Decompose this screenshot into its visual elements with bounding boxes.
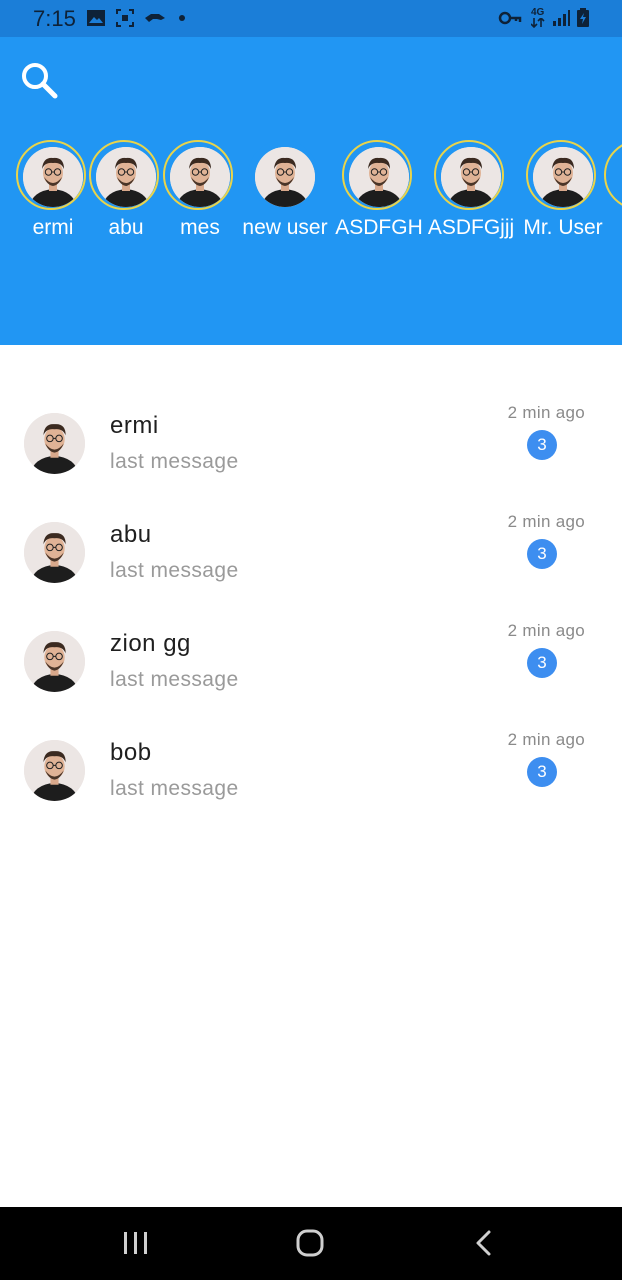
battery-icon <box>577 8 589 27</box>
network-type: 4G <box>531 7 545 18</box>
chat-list-item[interactable]: bob last message 2 min ago 3 <box>0 728 622 837</box>
story-avatar <box>23 147 83 207</box>
person-photo-icon <box>24 413 85 474</box>
home-button[interactable] <box>288 1223 332 1263</box>
search-icon <box>22 63 58 99</box>
chat-name: zion gg <box>110 630 191 657</box>
chat-last-message: last message <box>110 559 239 582</box>
stories-row[interactable]: ermi abu mes new user ASDFGH ASDFGjjj Mr. User <box>0 140 622 250</box>
unread-count-badge: 3 <box>527 757 557 787</box>
chat-name: ermi <box>110 412 159 439</box>
avatar <box>24 522 85 583</box>
story-ring <box>163 140 233 210</box>
avatar <box>24 740 85 801</box>
chat-last-message: last message <box>110 450 239 473</box>
story-ring <box>248 140 318 210</box>
signal-icon <box>553 10 570 26</box>
header: ermi abu mes new user ASDFGH ASDFGjjj Mr. User <box>0 37 622 345</box>
chat-timestamp: 2 min ago <box>507 730 585 749</box>
person-photo-icon <box>24 740 85 801</box>
story-ring <box>604 140 622 210</box>
chat-last-message: last message <box>110 777 239 800</box>
story-ring <box>434 140 504 210</box>
story-avatar <box>349 147 409 207</box>
person-photo-icon <box>23 147 83 207</box>
dot-icon <box>179 15 185 21</box>
chat-name: bob <box>110 739 152 766</box>
recent-apps-button[interactable] <box>114 1223 158 1263</box>
unread-count-badge: 3 <box>527 648 557 678</box>
vpn-key-icon <box>498 11 522 25</box>
story-ring <box>342 140 412 210</box>
chat-list-item[interactable]: ermi last message 2 min ago 3 <box>0 401 622 510</box>
chat-list-item[interactable]: abu last message 2 min ago 3 <box>0 510 622 619</box>
person-photo-icon <box>255 147 315 207</box>
story-name: Mr. User <box>523 216 603 239</box>
home-icon <box>296 1229 324 1257</box>
screenshot-icon <box>116 9 134 27</box>
recent-apps-icon <box>124 1232 147 1254</box>
avatar <box>24 631 85 692</box>
person-photo-icon <box>441 147 501 207</box>
status-time: 7:15 <box>33 6 76 31</box>
story-avatar <box>170 147 230 207</box>
search-button[interactable] <box>18 59 60 101</box>
story-ring <box>526 140 596 210</box>
person-photo-icon <box>533 147 593 207</box>
unread-count-badge: 3 <box>527 430 557 460</box>
navigation-bar <box>0 1207 622 1280</box>
chat-last-message: last message <box>110 668 239 691</box>
person-photo-icon <box>170 147 230 207</box>
person-photo-icon <box>24 522 85 583</box>
image-icon <box>87 10 105 26</box>
network-4g-icon <box>531 18 545 28</box>
chat-timestamp: 2 min ago <box>507 512 585 531</box>
story-avatar <box>441 147 501 207</box>
chat-list-item[interactable]: zion gg last message 2 min ago 3 <box>0 619 622 728</box>
back-icon <box>476 1230 491 1256</box>
story-avatar <box>96 147 156 207</box>
chat-timestamp: 2 min ago <box>507 621 585 640</box>
back-button[interactable] <box>462 1223 506 1263</box>
story-avatar <box>533 147 593 207</box>
game-controller-icon <box>145 14 165 22</box>
chat-name: abu <box>110 521 152 548</box>
avatar <box>24 413 85 474</box>
unread-count-badge: 3 <box>527 539 557 569</box>
status-bar: 7:15 4G <box>0 0 622 37</box>
person-photo-icon <box>349 147 409 207</box>
person-photo-icon <box>24 631 85 692</box>
story-ring <box>89 140 159 210</box>
person-photo-icon <box>96 147 156 207</box>
chat-timestamp: 2 min ago <box>507 403 585 422</box>
story-ring <box>16 140 86 210</box>
story-avatar <box>255 147 315 207</box>
